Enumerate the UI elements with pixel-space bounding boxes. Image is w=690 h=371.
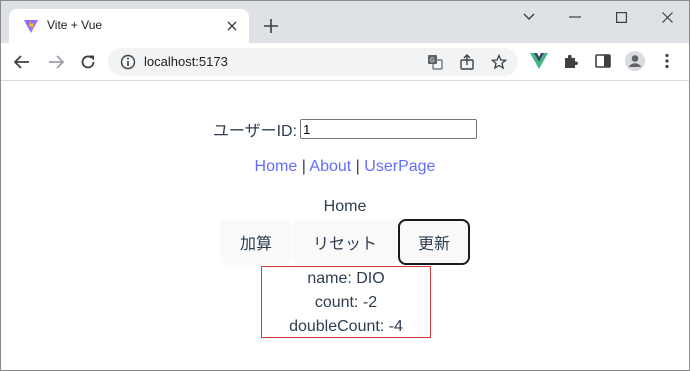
tab-strip: Vite + Vue (1, 1, 689, 43)
side-panel-icon[interactable] (593, 51, 613, 71)
close-tab-icon[interactable] (223, 17, 241, 35)
router-nav: Home | About | UserPage (1, 158, 689, 176)
maximize-icon[interactable] (603, 5, 639, 29)
tab-title: Vite + Vue (47, 18, 103, 32)
tab-search-chevron-icon[interactable] (511, 5, 547, 29)
url-text: localhost:5173 (144, 54, 228, 69)
nav-link-home[interactable]: Home (255, 158, 298, 175)
vue-devtools-icon[interactable] (529, 51, 549, 71)
user-id-label: ユーザーID: (212, 123, 298, 140)
user-id-row: ユーザーID: (1, 117, 689, 141)
site-info-icon[interactable] (120, 54, 136, 70)
browser-window: Vite + Vue localhost:5173 G ユーザーID:1 Hom… (0, 0, 690, 371)
forward-arrow-icon[interactable] (43, 49, 69, 75)
user-id-input[interactable] (300, 119, 478, 139)
user-name-text: name: DIO (307, 270, 385, 287)
reset-button[interactable]: リセット (293, 219, 397, 265)
add-button[interactable]: 加算 (220, 219, 292, 265)
profile-avatar-icon[interactable] (625, 51, 645, 71)
nav-link-about[interactable]: About (309, 158, 351, 175)
extensions-puzzle-icon[interactable] (561, 51, 581, 71)
update-button[interactable]: 更新 (398, 219, 470, 265)
page-title: Home (323, 198, 367, 215)
nav-separator: | (355, 158, 360, 175)
user-info-box: name: DIO count: -2 doubleCount: -4 (261, 266, 431, 338)
share-icon[interactable] (458, 53, 476, 71)
svg-text:G: G (430, 57, 435, 64)
window-close-icon[interactable] (649, 5, 685, 29)
reload-icon[interactable] (75, 49, 101, 75)
nav-separator: | (301, 158, 306, 175)
nav-link-userpage[interactable]: UserPage (364, 158, 435, 175)
translate-icon[interactable]: G (426, 53, 444, 71)
more-menu-icon[interactable] (657, 51, 677, 71)
page-content: ユーザーID: Home | About | UserPage Home 加算 … (1, 81, 689, 370)
count-text: count: -2 (314, 294, 378, 311)
bookmark-star-icon[interactable] (490, 53, 508, 71)
double-count-text: doubleCount: -4 (289, 318, 403, 335)
new-tab-icon[interactable] (260, 15, 282, 37)
browser-toolbar: localhost:5173 G (1, 43, 689, 81)
back-arrow-icon[interactable] (9, 49, 35, 75)
browser-tab[interactable]: Vite + Vue (9, 9, 249, 43)
minimize-icon[interactable] (557, 5, 593, 29)
address-bar[interactable]: localhost:5173 G (108, 48, 518, 76)
vite-logo-icon (23, 18, 39, 34)
